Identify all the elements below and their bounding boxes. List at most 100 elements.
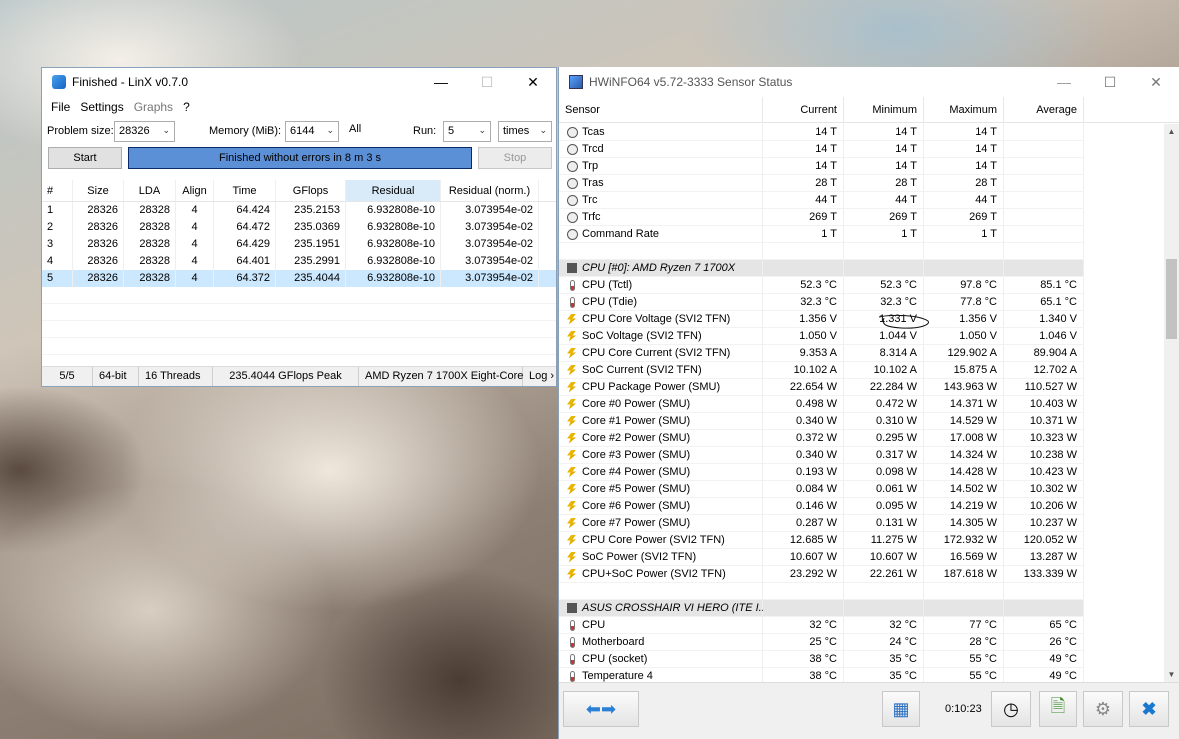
memory-select[interactable]: 6144 ⌄	[285, 121, 339, 142]
maximize-icon[interactable]: ☐	[1087, 68, 1133, 96]
sensor-row[interactable]: Core #7 Power (SMU) 0.287 W 0.131 W 14.305 …	[559, 515, 1165, 532]
hwinfo-titlebar[interactable]: HWiNFO64 v5.72-3333 Sensor Status — ☐ ✕	[559, 67, 1179, 97]
problem-size-value: 28326	[119, 125, 150, 137]
sensor-group-header[interactable]: ASUS CROSSHAIR VI HERO (ITE I...	[559, 600, 1165, 617]
sensor-row[interactable]: Core #2 Power (SMU) 0.372 W 0.295 W 17.008 …	[559, 430, 1165, 447]
sensor-label: Trp	[582, 159, 599, 172]
col-residual[interactable]: Residual	[346, 180, 441, 201]
sensor-maximum: 14.219 W	[924, 498, 1004, 515]
row-index: 2	[42, 219, 73, 236]
navigate-arrows-button[interactable]: ⬅➡	[563, 691, 639, 727]
sensor-row[interactable]: SoC Voltage (SVI2 TFN) 1.050 V 1.044 V 1.05…	[559, 328, 1165, 345]
memory-label: Memory (MiB):	[209, 125, 282, 137]
sensor-label: CPU+SoC Power (SVI2 TFN)	[582, 567, 726, 580]
all-button[interactable]: All	[349, 123, 361, 135]
sensor-row[interactable]: SoC Current (SVI2 TFN) 10.102 A 10.102 A 15…	[559, 362, 1165, 379]
problem-size-select[interactable]: 28326 ⌄	[114, 121, 175, 142]
close-icon[interactable]: ✕	[1133, 68, 1179, 96]
sensor-row[interactable]: SoC Power (SVI2 TFN) 10.607 W 10.607 W 16.5…	[559, 549, 1165, 566]
menu-help[interactable]: ?	[178, 100, 195, 114]
sensor-average: 65.1 °C	[1004, 294, 1084, 311]
col-sensor[interactable]: Sensor	[559, 97, 763, 122]
sensor-row[interactable]: Core #4 Power (SMU) 0.193 W 0.098 W 14.428 …	[559, 464, 1165, 481]
col-current[interactable]: Current	[763, 97, 844, 122]
sensor-row[interactable]: Tcas 14 T 14 T 14 T	[559, 124, 1165, 141]
sensor-row[interactable]: Trp 14 T 14 T 14 T	[559, 158, 1165, 175]
table-row[interactable]: 5 28326 28328 4 64.372 235.4044 6.932808e-10 3.…	[42, 270, 556, 287]
col-maximum[interactable]: Maximum	[924, 97, 1004, 122]
menu-settings[interactable]: Settings	[75, 100, 128, 114]
add-report-button[interactable]: 🗎	[1039, 691, 1077, 727]
col-residual-norm[interactable]: Residual (norm.)	[441, 180, 539, 201]
col-time[interactable]: Time	[214, 180, 276, 201]
close-sensors-button[interactable]: ✖	[1129, 691, 1169, 727]
sensor-row[interactable]: Motherboard 25 °C 24 °C 28 °C 26 °C	[559, 634, 1165, 651]
thermometer-icon	[570, 619, 575, 631]
row-time: 64.472	[214, 219, 276, 236]
sensor-row[interactable]: CPU Core Power (SVI2 TFN) 12.685 W 11.275 …	[559, 532, 1165, 549]
sensor-average: 10.302 W	[1004, 481, 1084, 498]
sensor-minimum: 1.331 V	[844, 311, 924, 328]
table-row[interactable]: 2 28326 28328 4 64.472 235.0369 6.932808e-10 3.…	[42, 219, 556, 236]
row-time: 64.372	[214, 270, 276, 287]
sensor-average	[1004, 583, 1084, 600]
sensor-row[interactable]: CPU Core Voltage (SVI2 TFN) 1.356 V 1.331 …	[559, 311, 1165, 328]
sensor-row[interactable]: Core #3 Power (SMU) 0.340 W 0.317 W 14.324 …	[559, 447, 1165, 464]
minimize-icon[interactable]: —	[418, 68, 464, 96]
lightning-icon	[567, 534, 576, 546]
sensor-row[interactable]: Tras 28 T 28 T 28 T	[559, 175, 1165, 192]
sensor-row[interactable]: Core #5 Power (SMU) 0.084 W 0.061 W 14.502 …	[559, 481, 1165, 498]
sensor-minimum: 24 °C	[844, 634, 924, 651]
col-gflops[interactable]: GFlops	[276, 180, 346, 201]
run-count-select[interactable]: 5 ⌄	[443, 121, 491, 142]
menu-file[interactable]: File	[46, 100, 75, 114]
sensor-average: 85.1 °C	[1004, 277, 1084, 294]
table-row[interactable]: 3 28326 28328 4 64.429 235.1951 6.932808e-10 3.…	[42, 236, 556, 253]
col-minimum[interactable]: Minimum	[844, 97, 924, 122]
sensor-row[interactable]: CPU (Tdie) 32.3 °C 32.3 °C 77.8 °C 65.1 °C	[559, 294, 1165, 311]
menu-graphs[interactable]: Graphs	[129, 100, 178, 114]
table-row[interactable]: 4 28326 28328 4 64.401 235.2991 6.932808e-10 3.…	[42, 253, 556, 270]
close-icon[interactable]: ✕	[510, 68, 556, 96]
log-button[interactable]: Log ›	[523, 367, 556, 386]
minimize-icon[interactable]: —	[1041, 68, 1087, 96]
col-index[interactable]: #	[42, 180, 73, 201]
sensor-row[interactable]: Core #6 Power (SMU) 0.146 W 0.095 W 14.219 …	[559, 498, 1165, 515]
results-table-header: # Size LDA Align Time GFlops Residual Re…	[42, 180, 556, 202]
sensor-group-header[interactable]: CPU [#0]: AMD Ryzen 7 1700X	[559, 260, 1165, 277]
table-row[interactable]: 1 28326 28328 4 64.424 235.2153 6.932808e-10 3.…	[42, 202, 556, 219]
col-size[interactable]: Size	[73, 180, 124, 201]
run-unit-select[interactable]: times ⌄	[498, 121, 552, 142]
sensor-row[interactable]: CPU (Tctl) 52.3 °C 52.3 °C 97.8 °C 85.1 °C	[559, 277, 1165, 294]
sensor-row[interactable]: CPU+SoC Power (SVI2 TFN) 23.292 W 22.261 W…	[559, 566, 1165, 583]
network-button[interactable]: ▦	[882, 691, 920, 727]
start-button[interactable]: Start	[48, 147, 122, 169]
sensor-row[interactable]: Trcd 14 T 14 T 14 T	[559, 141, 1165, 158]
sensor-table-scrollbar[interactable]: ▲ ▼	[1164, 124, 1179, 682]
sensor-row[interactable]: Core #0 Power (SMU) 0.498 W 0.472 W 14.371 …	[559, 396, 1165, 413]
linx-titlebar[interactable]: Finished - LinX v0.7.0 — ☐ ✕	[42, 68, 556, 96]
row-index: 1	[42, 202, 73, 219]
clock-button[interactable]: ◷	[991, 691, 1031, 727]
sensor-current: 28 T	[763, 175, 844, 192]
col-average[interactable]: Average	[1004, 97, 1084, 122]
sensor-row[interactable]: CPU Package Power (SMU) 22.654 W 22.284 W1…	[559, 379, 1165, 396]
scroll-down-icon[interactable]: ▼	[1164, 667, 1179, 682]
sensor-minimum: 0.131 W	[844, 515, 924, 532]
sensor-row[interactable]: Command Rate 1 T1 T1 T	[559, 226, 1165, 243]
settings-button[interactable]: ⚙	[1083, 691, 1123, 727]
scroll-up-icon[interactable]: ▲	[1164, 124, 1179, 139]
sensor-row[interactable]: Core #1 Power (SMU) 0.340 W 0.310 W 14.529 …	[559, 413, 1165, 430]
col-lda[interactable]: LDA	[124, 180, 176, 201]
sensor-row[interactable]: Trfc 269 T 269 T 269 T	[559, 209, 1165, 226]
sensor-row[interactable]: Temperature 4 38 °C 35 °C 55 °C 49 °C	[559, 668, 1165, 682]
sensor-row[interactable]: Trc 44 T 44 T 44 T	[559, 192, 1165, 209]
col-align[interactable]: Align	[176, 180, 214, 201]
sensor-row[interactable]: CPU 32 °C 32 °C 77 °C 65 °C	[559, 617, 1165, 634]
sensor-row[interactable]: CPU (socket) 38 °C 35 °C 55 °C 49 °C	[559, 651, 1165, 668]
scrollbar-thumb[interactable]	[1166, 259, 1177, 339]
sensor-row[interactable]: CPU Core Current (SVI2 TFN) 9.353 A 8.314 …	[559, 345, 1165, 362]
sensor-current: 38 °C	[763, 668, 844, 682]
sensor-average	[1004, 209, 1084, 226]
sensor-name: CPU Core Current (SVI2 TFN)	[559, 345, 763, 362]
